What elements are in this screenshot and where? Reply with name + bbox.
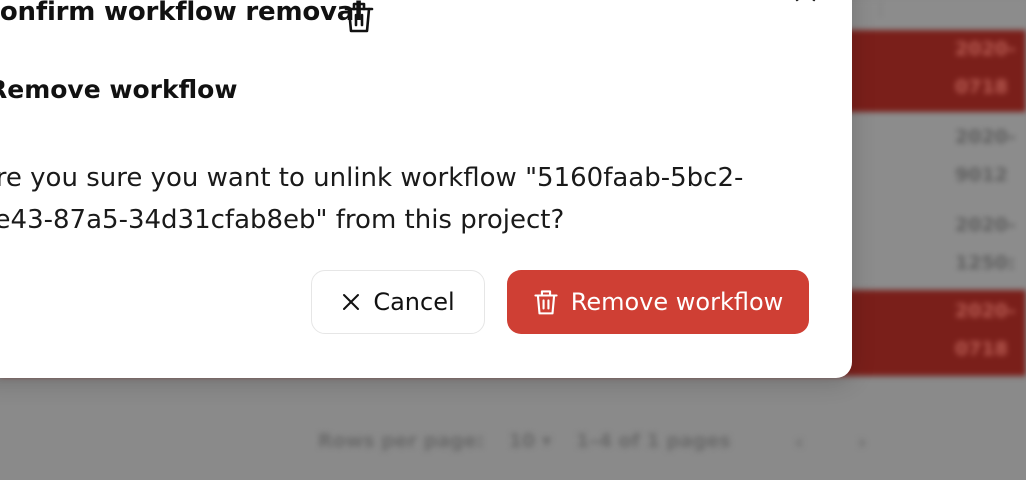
pagination: Rows per page: 10 ▾ 1–4 of 1 pages	[318, 430, 749, 452]
dialog-title: Confirm workflow removal	[0, 0, 363, 27]
row-time: 0718	[955, 338, 1008, 360]
row-time: 9012	[955, 164, 1008, 186]
row-date: 2020-	[955, 126, 1016, 148]
prev-page-icon: ‹	[795, 430, 804, 454]
column-divider	[880, 0, 881, 18]
trash-icon	[534, 290, 558, 315]
cancel-button[interactable]: Cancel	[311, 270, 485, 334]
confirm-dialog: Confirm workflow removal Remove workflow…	[0, 0, 852, 378]
row-time: 1250:	[955, 252, 1016, 274]
dialog-heading: Remove workflow	[0, 75, 238, 104]
x-icon	[343, 294, 360, 310]
page-range: 1–4 of 1 pages	[575, 430, 731, 452]
cancel-button-label: Cancel	[373, 288, 455, 316]
row-date: 2020-	[955, 38, 1016, 60]
row-date: 2020-	[955, 300, 1016, 322]
rows-per-page-select: 10 ▾	[508, 430, 552, 452]
next-page-icon: ›	[858, 430, 867, 454]
close-icon[interactable]	[794, 0, 820, 8]
row-date: 2020-	[955, 214, 1016, 236]
rows-per-page-label: Rows per page:	[318, 430, 485, 452]
dialog-message: Are you sure you want to unlink workflow…	[0, 163, 744, 235]
trash-icon	[344, 2, 374, 33]
remove-button-label: Remove workflow	[570, 288, 784, 316]
row-time: 0718	[955, 76, 1008, 98]
remove-workflow-button[interactable]: Remove workflow	[507, 270, 809, 334]
